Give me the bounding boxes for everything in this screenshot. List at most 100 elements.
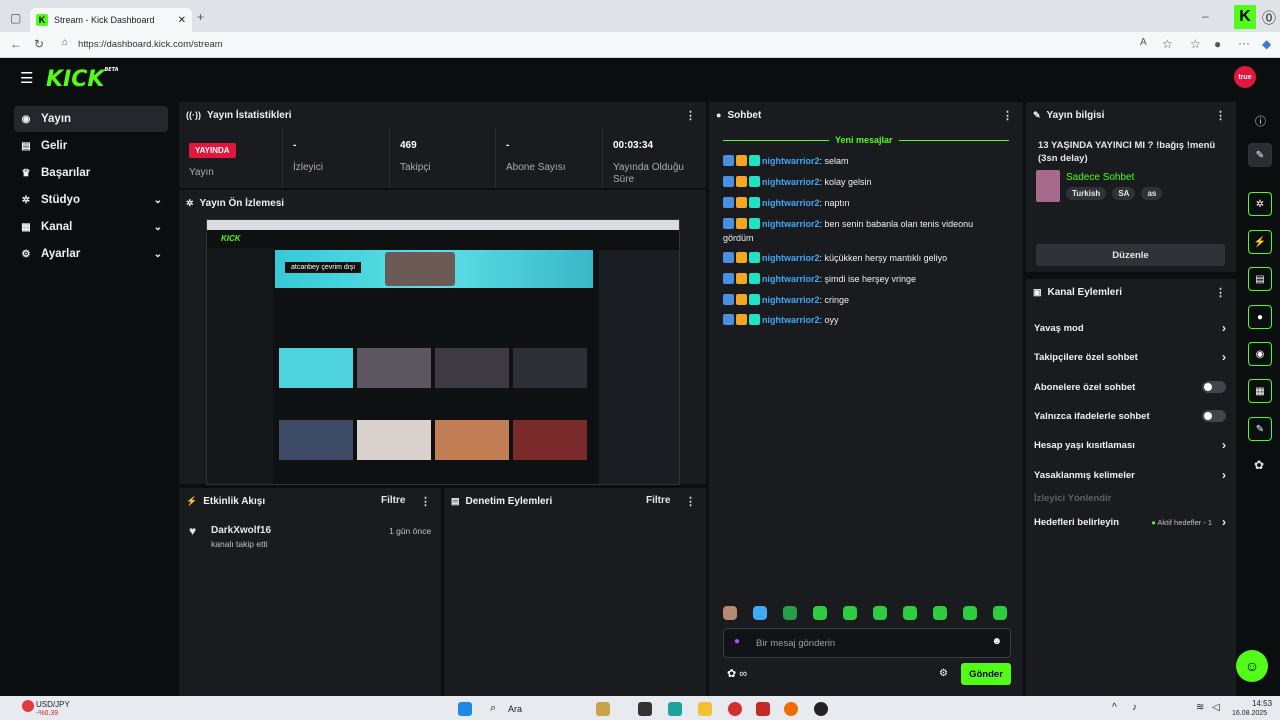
more-options-icon[interactable]: ⋮ [685, 109, 696, 122]
support-chat-icon[interactable]: ☺ [1236, 650, 1268, 682]
emote-icon[interactable] [993, 606, 1007, 620]
emote-icon[interactable] [933, 606, 947, 620]
site-info-icon[interactable]: ⌂ [62, 37, 68, 48]
edge-icon[interactable] [668, 702, 682, 716]
chat-settings-icon[interactable]: ⚙ [939, 668, 948, 679]
channel-icon[interactable]: ▦ [1248, 379, 1272, 403]
tab-actions-icon[interactable]: ▢ [10, 11, 21, 25]
opera-icon[interactable] [728, 702, 742, 716]
refresh-icon[interactable]: ↻ [34, 37, 44, 51]
kick-logo[interactable]: KICKBETA [46, 67, 119, 92]
chat-username[interactable]: nightwarrior2 [762, 295, 820, 305]
back-icon[interactable]: ← [10, 37, 22, 51]
toggle-switch[interactable] [1202, 410, 1226, 422]
mic-icon[interactable]: ♪ [1132, 702, 1137, 713]
sidebar-item-kanal[interactable]: ▦ Kanal ⌄ [14, 214, 168, 240]
new-tab-icon[interactable]: + [197, 10, 204, 24]
emote-icon[interactable] [903, 606, 917, 620]
category-name[interactable]: Sadece Sohbet [1066, 172, 1134, 183]
preview-icon[interactable]: ✲ [1248, 192, 1272, 216]
channel-action-row[interactable]: Takipçilere özel sohbet › [1034, 346, 1226, 368]
sidebar-item-gelir[interactable]: ▤ Gelir [14, 133, 168, 159]
more-options-icon[interactable]: ⋮ [685, 495, 696, 508]
tag[interactable]: SA [1112, 187, 1136, 200]
toggle-switch[interactable] [1202, 381, 1226, 393]
close-tab-icon[interactable]: ✕ [178, 15, 186, 26]
close-window-icon[interactable]: ⓪ [1262, 8, 1276, 28]
chat-badges-icon[interactable]: ✿ ∞ [727, 667, 747, 680]
broadcast-icon[interactable]: ◉ [1248, 342, 1272, 366]
tag[interactable]: Turkish [1066, 187, 1107, 200]
edit-button[interactable]: Düzenle [1036, 244, 1225, 266]
emote-icon[interactable] [963, 606, 977, 620]
chat-username[interactable]: nightwarrior2 [762, 177, 820, 187]
wrench-icon[interactable]: ✎ [1248, 417, 1272, 441]
tray-chevron-icon[interactable]: ^ [1112, 702, 1117, 713]
activity-filter-button[interactable]: Filtre [381, 495, 405, 506]
chat-username[interactable]: nightwarrior2 [762, 219, 820, 229]
lightning-icon[interactable]: ⚡ [1248, 230, 1272, 254]
sidebar-item-studyo[interactable]: ✲ Stüdyo ⌄ [14, 187, 168, 213]
app-icon[interactable] [596, 702, 610, 716]
clock-time[interactable]: 14:53 [1252, 699, 1272, 708]
widgets-icon[interactable]: ✿ [1254, 458, 1264, 472]
info-icon[interactable]: ⓘ [1255, 113, 1266, 129]
user-avatar[interactable]: true [1234, 66, 1256, 88]
minimize-icon[interactable]: – [1202, 9, 1209, 23]
windows-start-icon[interactable] [458, 702, 472, 716]
channel-action-row[interactable]: Yavaş mod › [1034, 317, 1226, 339]
emoji-icon[interactable]: ☻ [991, 636, 1002, 647]
moderation-filter-button[interactable]: Filtre [646, 495, 670, 506]
chat-input[interactable]: Bir mesaj gönderin [756, 638, 835, 649]
stream-preview-video[interactable]: KICK atcanbey çevrim dışı [206, 219, 680, 485]
set-goals-row[interactable]: Hedefleri belirleyin ● Aktif hedefler - … [1034, 511, 1226, 533]
emote-icon[interactable] [723, 606, 737, 620]
app-icon[interactable] [814, 702, 828, 716]
sidebar-item-basarilar[interactable]: ♛ Başarılar [14, 160, 168, 186]
explorer-icon[interactable] [698, 702, 712, 716]
sidebar-item-ayarlar[interactable]: ⚙ Ayarlar ⌄ [14, 241, 168, 267]
favorite-star-icon[interactable]: ☆ [1162, 37, 1173, 51]
clock-date[interactable]: 16.08.2025 [1232, 710, 1267, 717]
more-options-icon[interactable]: ⋮ [1215, 109, 1226, 122]
hamburger-menu-icon[interactable]: ☰ [20, 69, 33, 87]
more-icon[interactable]: ··· [1238, 36, 1250, 50]
chat-username[interactable]: nightwarrior2 [762, 315, 820, 325]
chat-username[interactable]: nightwarrior2 [762, 198, 820, 208]
channel-action-row[interactable]: Abonelere özel sohbet [1034, 376, 1226, 398]
chat-input-box[interactable]: ● Bir mesaj gönderin ☻ [723, 628, 1011, 658]
emote-icon[interactable] [873, 606, 887, 620]
ticker-symbol[interactable]: USD/JPY [36, 700, 70, 709]
channel-action-row[interactable]: Yalnızca ifadelerle sohbet [1034, 405, 1226, 427]
microphone-icon[interactable]: ● [734, 636, 740, 647]
read-aloud-icon[interactable]: A [1140, 37, 1147, 48]
channel-action-row[interactable]: Hesap yaşı kısıtlaması › [1034, 434, 1226, 456]
browser-tab[interactable]: K Stream - Kick Dashboard ✕ [30, 8, 192, 32]
wifi-icon[interactable]: ≋ [1196, 702, 1204, 713]
send-button[interactable]: Gönder [961, 663, 1011, 685]
emote-icon[interactable] [843, 606, 857, 620]
app-icon[interactable] [784, 702, 798, 716]
emote-icon[interactable] [813, 606, 827, 620]
more-options-icon[interactable]: ⋮ [420, 495, 431, 508]
channel-action-row[interactable]: Yasaklanmış kelimeler › [1034, 464, 1226, 486]
volume-icon[interactable]: ◁ [1212, 702, 1220, 713]
taskbar-search[interactable]: Ara [508, 704, 522, 714]
activity-user[interactable]: DarkXwolf16 [211, 525, 271, 536]
chat-icon[interactable]: ● [1248, 305, 1272, 329]
chat-username[interactable]: nightwarrior2 [762, 274, 820, 284]
url-field[interactable]: https://dashboard.kick.com/stream [78, 39, 223, 50]
search-icon[interactable]: ⌕ [490, 702, 496, 715]
favorites-icon[interactable]: ☆ [1190, 37, 1201, 51]
copilot-icon[interactable]: ◆ [1262, 37, 1271, 51]
edit-pen-icon[interactable]: ✎ [1248, 143, 1272, 167]
emote-icon[interactable] [753, 606, 767, 620]
emote-icon[interactable] [783, 606, 797, 620]
tag[interactable]: as [1141, 187, 1163, 200]
chat-username[interactable]: nightwarrior2 [762, 156, 820, 166]
sidebar-item-yayin[interactable]: ◉ Yayın [14, 106, 168, 132]
app-icon[interactable] [756, 702, 770, 716]
more-options-icon[interactable]: ⋮ [1002, 109, 1013, 122]
chat-username[interactable]: nightwarrior2 [762, 253, 820, 263]
extension-icon[interactable]: ● [1214, 37, 1221, 51]
